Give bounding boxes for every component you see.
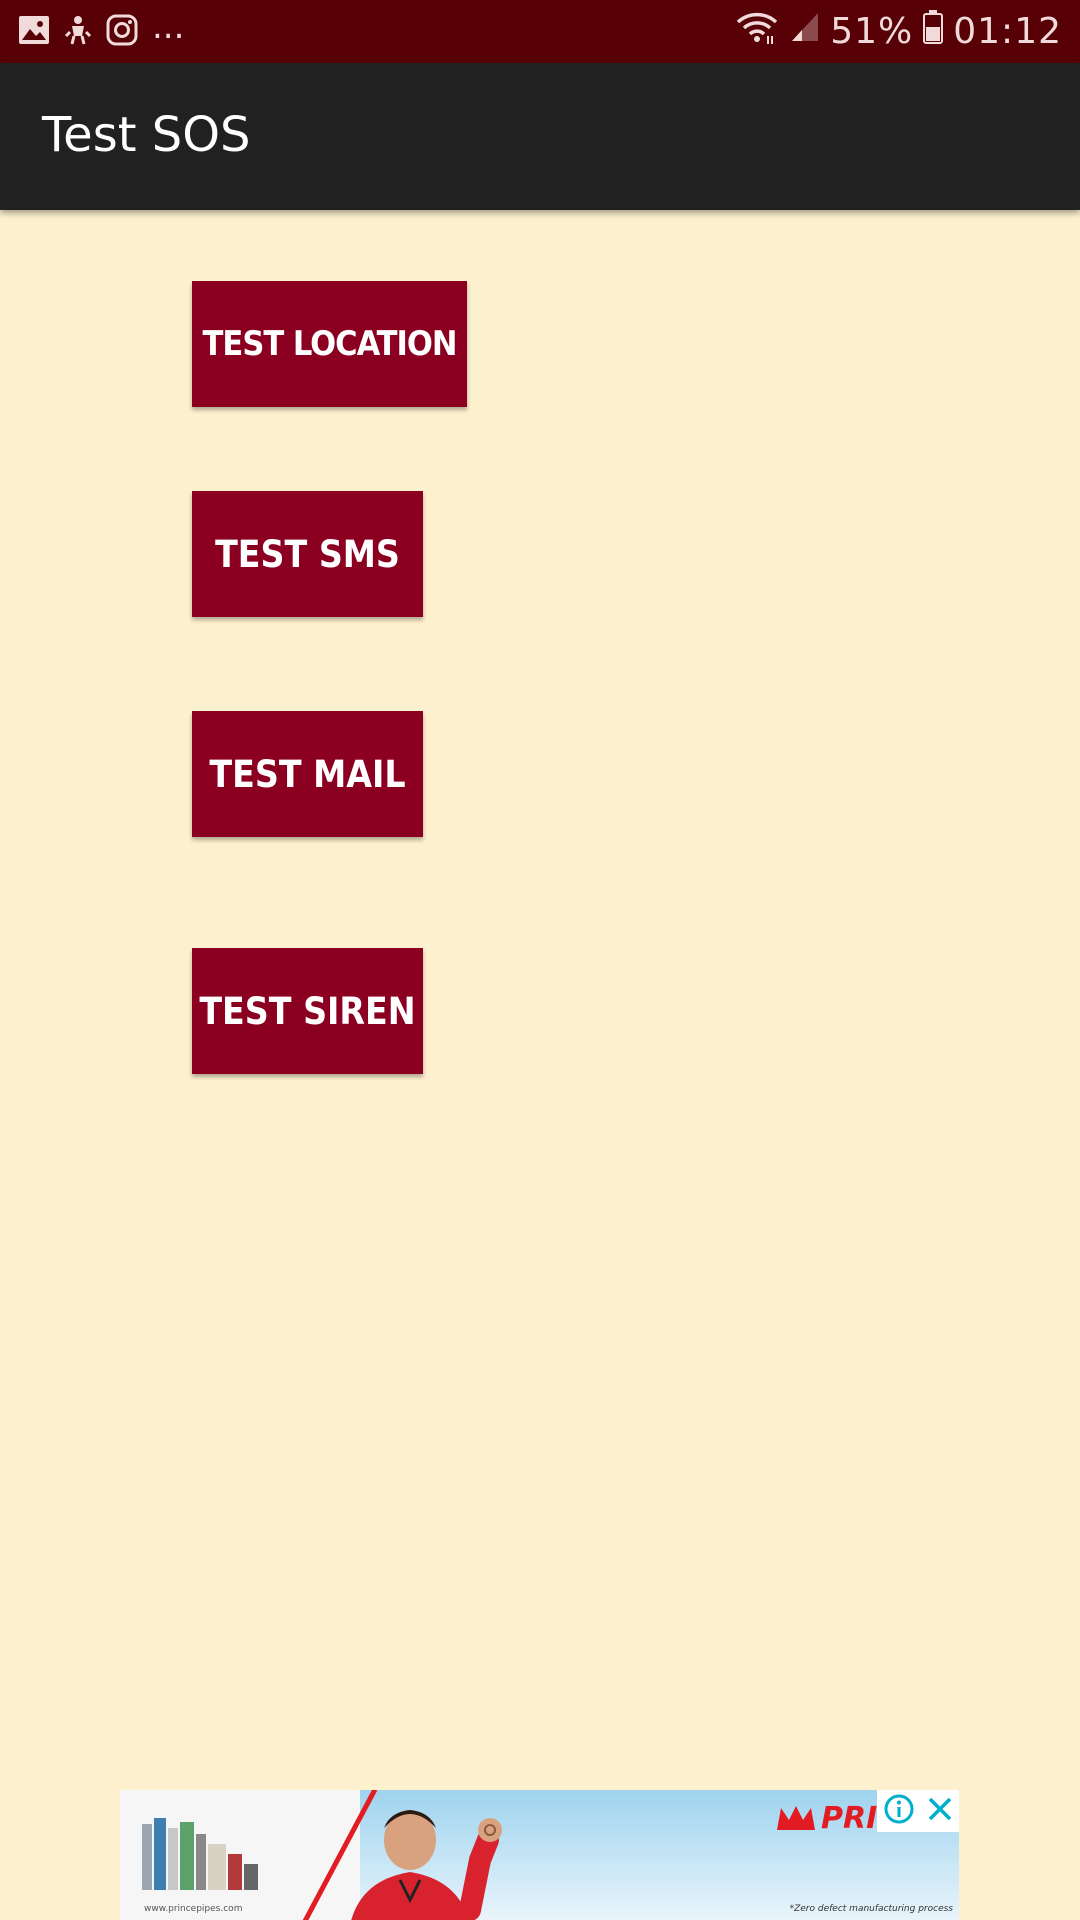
ad-controls: [877, 1790, 959, 1832]
info-icon[interactable]: [883, 1793, 915, 1829]
ad-brand-text: PRI: [821, 1800, 878, 1836]
ad-url: www.princepipes.com: [144, 1904, 243, 1914]
crown-icon: [777, 1806, 815, 1830]
battery-icon: [923, 10, 944, 53]
pipes-image: [142, 1818, 258, 1890]
test-location-button[interactable]: TEST LOCATION: [192, 281, 467, 407]
instagram-icon: [106, 14, 138, 50]
status-right: 51% 01:12: [734, 0, 1062, 63]
ad-person-image: [351, 1810, 502, 1920]
usb-debug-icon: [64, 14, 92, 50]
signal-icon: [790, 11, 820, 52]
test-sms-button[interactable]: TEST SMS: [192, 491, 423, 617]
ad-product-panel: www.princepipes.com: [120, 1790, 360, 1920]
battery-percent: 51%: [830, 11, 914, 52]
close-icon[interactable]: [926, 1795, 954, 1827]
page-title: Test SOS: [42, 107, 251, 163]
ad-brand: PRI: [775, 1798, 877, 1838]
test-mail-button[interactable]: TEST MAIL: [192, 711, 423, 837]
app-bar: Test SOS: [0, 63, 1080, 210]
more-notifications: ...: [152, 6, 185, 47]
status-bar: ... 51% 01:12: [0, 0, 1080, 63]
wifi-icon: [734, 10, 780, 53]
gallery-icon: [18, 15, 50, 49]
clock: 01:12: [953, 11, 1062, 52]
ad-tagline: *Zero defect manufacturing process: [789, 1904, 953, 1914]
ad-banner[interactable]: www.princepipes.com PRI *Zero defect man…: [120, 1790, 959, 1920]
status-left: ...: [18, 0, 184, 63]
test-siren-button[interactable]: TEST SIREN: [192, 948, 423, 1074]
